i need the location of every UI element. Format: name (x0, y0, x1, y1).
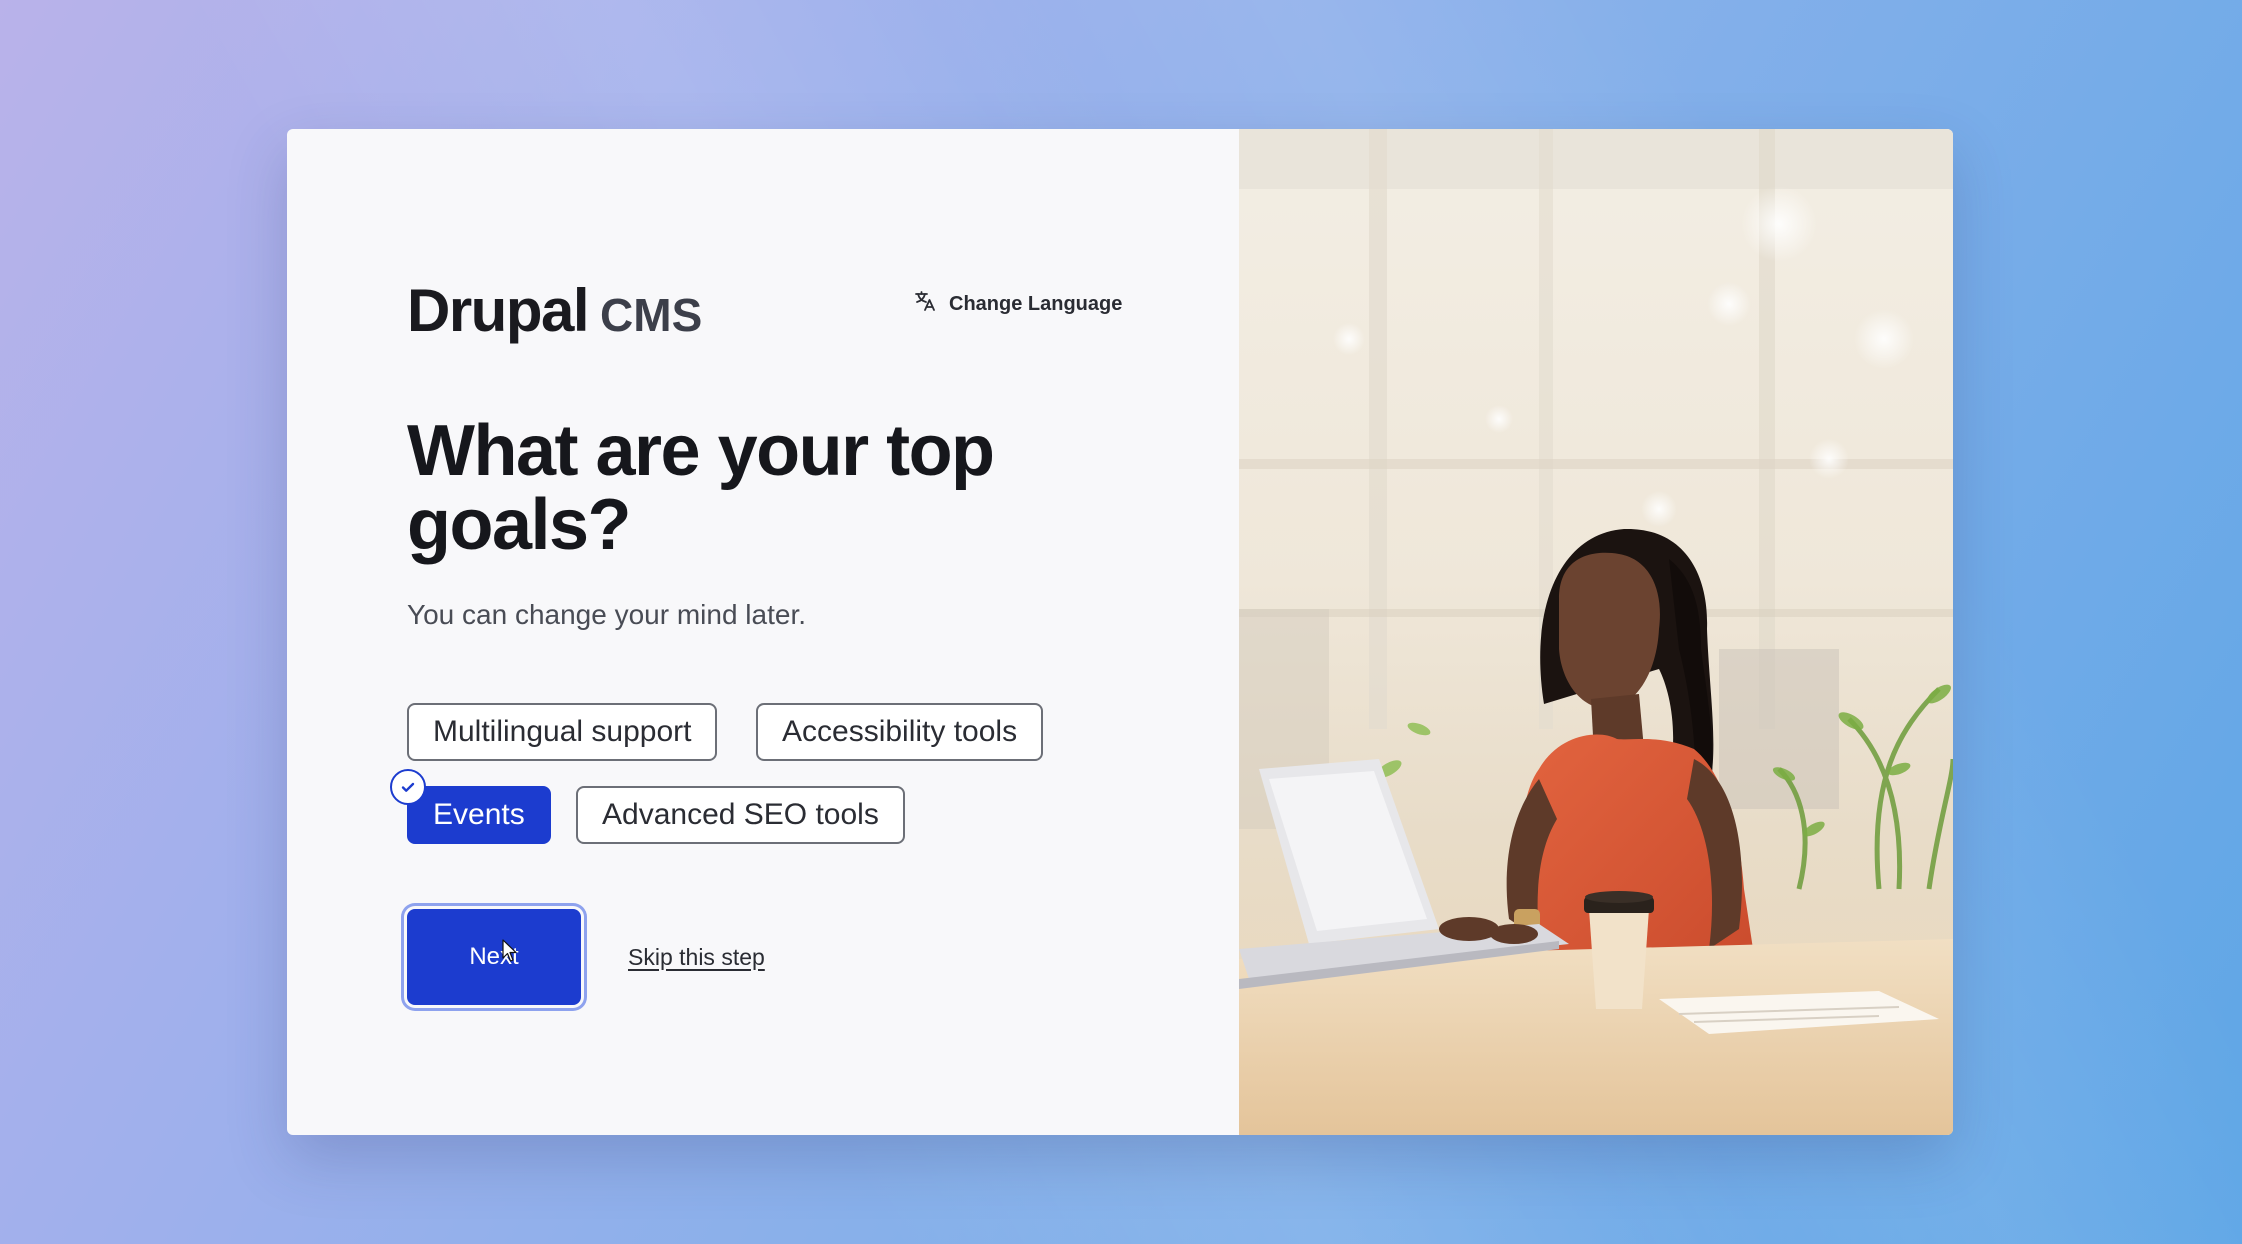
translate-icon (913, 289, 937, 319)
form-panel: Drupal CMS Change Language What are your… (287, 129, 1239, 1135)
next-button[interactable]: Next (407, 909, 581, 1005)
goal-chip-events[interactable]: Events (407, 786, 551, 844)
selected-check-icon (390, 769, 426, 805)
onboarding-card: Drupal CMS Change Language What are your… (287, 129, 1953, 1135)
photo-woman-laptop (1239, 129, 1953, 1135)
page-subtitle: You can change your mind later. (407, 599, 807, 630)
page-title: What are your top goals? (407, 411, 995, 565)
logo-product: CMS (600, 289, 703, 341)
hero-photo (1239, 129, 1953, 1135)
goal-chip-accessibility[interactable]: Accessibility tools (756, 703, 1044, 761)
drupal-cms-logo: Drupal CMS (407, 276, 702, 345)
goal-chip-multilingual[interactable]: Multilingual support (407, 703, 718, 761)
goal-chip-advanced-seo[interactable]: Advanced SEO tools (576, 786, 905, 844)
change-language-link[interactable]: Change Language (913, 289, 1122, 319)
mouse-cursor-icon (502, 939, 517, 962)
change-language-label: Change Language (949, 292, 1123, 315)
skip-step-link[interactable]: Skip this step (628, 944, 765, 971)
logo-wordmark: Drupal (407, 277, 590, 344)
